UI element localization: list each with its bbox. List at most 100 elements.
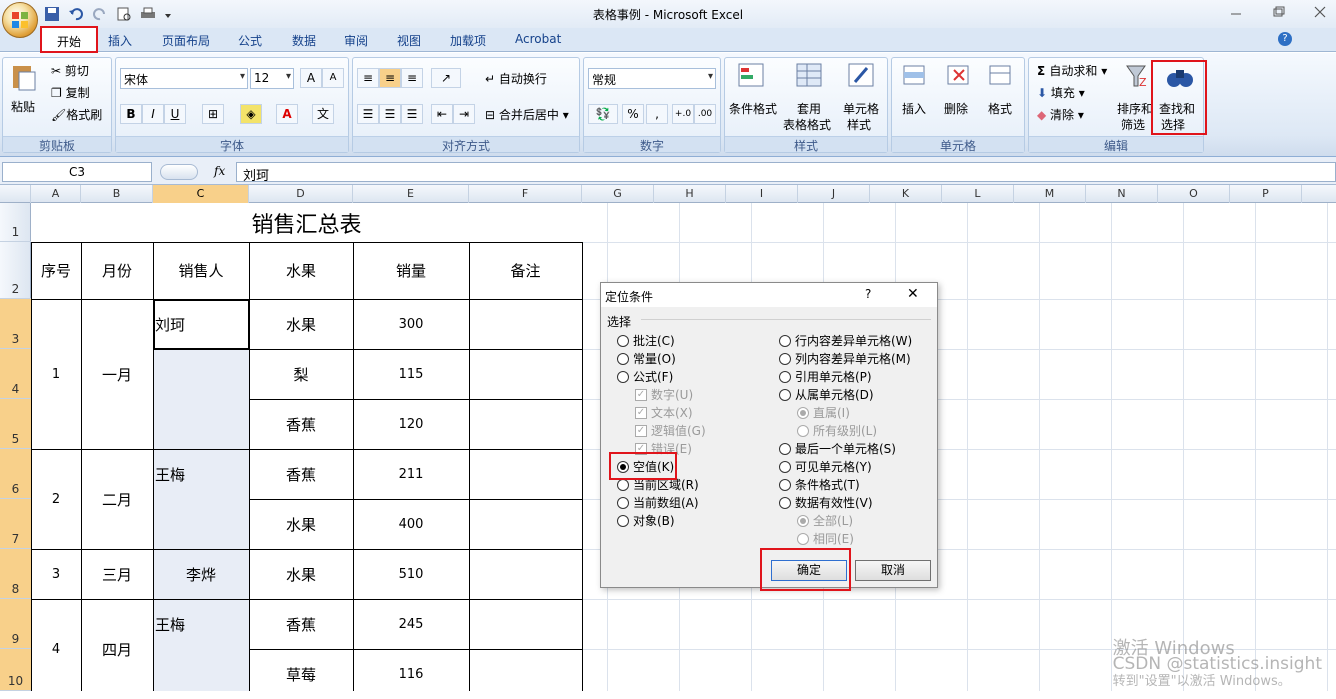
insert-cells-button[interactable]: 插入 xyxy=(902,100,926,117)
align-top-button[interactable]: ≡ xyxy=(357,68,379,88)
bold-button[interactable]: B xyxy=(120,104,142,124)
fruit-cell[interactable]: 香蕉 xyxy=(249,449,353,499)
col-header-l[interactable]: L xyxy=(942,185,1014,203)
col-header-p[interactable]: P xyxy=(1230,185,1302,203)
name-box[interactable]: C3 xyxy=(2,162,152,182)
conditional-format-button[interactable]: 条件格式 xyxy=(729,100,777,117)
increase-indent-button[interactable]: ⇥ xyxy=(453,104,475,124)
qty-cell[interactable]: 120 xyxy=(353,399,469,449)
orientation-button[interactable]: ↗ xyxy=(431,68,461,88)
qty-cell[interactable]: 400 xyxy=(353,499,469,549)
fill-color-button[interactable]: ◈ xyxy=(240,104,262,124)
row-header-7[interactable]: 7 xyxy=(0,499,31,549)
sort-filter-label-2[interactable]: 筛选 xyxy=(1121,116,1145,133)
align-middle-button[interactable]: ≡ xyxy=(379,68,401,88)
seq-cell[interactable]: 1 xyxy=(31,299,81,449)
italic-button[interactable]: I xyxy=(142,104,164,124)
col-header-c[interactable]: C xyxy=(153,185,249,203)
row-header-3[interactable]: 3 xyxy=(0,299,31,349)
tab-review[interactable]: 审阅 xyxy=(344,32,368,49)
row-header-5[interactable]: 5 xyxy=(0,399,31,449)
option-all-levels[interactable]: 所有级别(L) xyxy=(797,422,877,439)
row-header-4[interactable]: 4 xyxy=(0,349,31,399)
qty-cell[interactable]: 211 xyxy=(353,449,469,499)
restore-icon[interactable] xyxy=(1268,4,1288,20)
option-precedents[interactable]: 引用单元格(P) xyxy=(779,368,872,385)
help-icon[interactable]: ? xyxy=(1278,32,1292,46)
row-header-6[interactable]: 6 xyxy=(0,449,31,499)
tab-home[interactable]: 开始 xyxy=(40,26,98,53)
tab-addins[interactable]: 加载项 xyxy=(450,32,486,49)
col-header-a[interactable]: A xyxy=(31,185,81,203)
cell-styles-label-2[interactable]: 样式 xyxy=(847,116,871,133)
option-formulas[interactable]: 公式(F) xyxy=(617,368,673,385)
format-painter-button[interactable]: 🖌格式刷 xyxy=(51,106,102,123)
col-header-b[interactable]: B xyxy=(81,185,153,203)
option-row-differences[interactable]: 行内容差异单元格(W) xyxy=(779,332,912,349)
option-current-array[interactable]: 当前数组(A) xyxy=(617,494,699,511)
header-note[interactable]: 备注 xyxy=(469,242,582,299)
paste-button[interactable]: 粘贴 xyxy=(11,98,35,115)
fill-button[interactable]: ⬇ 填充 ▾ xyxy=(1037,84,1085,101)
underline-button[interactable]: U xyxy=(164,104,186,124)
month-cell[interactable]: 二月 xyxy=(81,449,153,549)
seq-cell[interactable]: 2 xyxy=(31,449,81,549)
seller-cell[interactable]: 王梅 xyxy=(155,613,245,635)
minimize-icon[interactable] xyxy=(1226,4,1246,20)
cancel-button[interactable]: 取消 xyxy=(855,560,931,581)
merge-center-button[interactable]: ⊟ 合并后居中 ▾ xyxy=(485,106,569,123)
row-header-9[interactable]: 9 xyxy=(0,599,31,649)
comma-button[interactable]: , xyxy=(646,104,668,124)
tab-page-layout[interactable]: 页面布局 xyxy=(162,32,210,49)
align-bottom-button[interactable]: ≡ xyxy=(401,68,423,88)
qty-cell[interactable]: 245 xyxy=(353,599,469,649)
col-header-m[interactable]: M xyxy=(1014,185,1086,203)
row-header-8[interactable]: 8 xyxy=(0,549,31,599)
formula-input[interactable]: 刘珂 xyxy=(236,162,1336,184)
align-center-button[interactable]: ☰ xyxy=(379,104,401,124)
tab-acrobat[interactable]: Acrobat xyxy=(515,32,561,46)
option-data-validation[interactable]: 数据有效性(V) xyxy=(779,494,873,511)
align-right-button[interactable]: ☰ xyxy=(401,104,423,124)
fruit-cell[interactable]: 梨 xyxy=(249,349,353,399)
cut-button[interactable]: ✂ 剪切 xyxy=(51,62,89,79)
currency-button[interactable]: 💱 xyxy=(588,104,618,124)
option-comments[interactable]: 批注(C) xyxy=(617,332,675,349)
month-cell[interactable]: 三月 xyxy=(81,549,153,599)
format-cells-button[interactable]: 格式 xyxy=(988,100,1012,117)
col-header-j[interactable]: J xyxy=(798,185,870,203)
table-format-label-2[interactable]: 表格格式 xyxy=(783,116,831,133)
header-seller[interactable]: 销售人 xyxy=(153,242,249,299)
sort-filter-label-1[interactable]: 排序和 xyxy=(1117,100,1153,117)
font-color-button[interactable]: A xyxy=(276,104,298,124)
row-header-1[interactable]: 1 xyxy=(0,203,31,242)
option-validation-all[interactable]: 全部(L) xyxy=(797,512,853,529)
month-cell[interactable]: 一月 xyxy=(81,299,153,449)
col-header-n[interactable]: N xyxy=(1086,185,1158,203)
number-format-combo[interactable]: 常规 xyxy=(588,68,716,89)
decrease-indent-button[interactable]: ⇤ xyxy=(431,104,453,124)
align-left-button[interactable]: ☰ xyxy=(357,104,379,124)
autosum-button[interactable]: Σ 自动求和 ▾ xyxy=(1037,62,1107,79)
option-direct-only[interactable]: 直属(I) xyxy=(797,404,850,421)
check-numbers[interactable]: ✓ 数字(U) xyxy=(635,386,693,403)
clear-button[interactable]: ◆ 清除 ▾ xyxy=(1037,106,1084,123)
grow-font-button[interactable]: A xyxy=(300,68,322,88)
header-month[interactable]: 月份 xyxy=(81,242,153,299)
border-button[interactable]: ⊞ xyxy=(202,104,224,124)
tab-view[interactable]: 视图 xyxy=(397,32,421,49)
cell-styles-label-1[interactable]: 单元格 xyxy=(843,100,879,117)
delete-cells-button[interactable]: 删除 xyxy=(944,100,968,117)
tab-insert[interactable]: 插入 xyxy=(108,32,132,49)
fruit-cell[interactable]: 草莓 xyxy=(249,649,353,699)
option-column-differences[interactable]: 列内容差异单元格(M) xyxy=(779,350,911,367)
fruit-cell[interactable]: 水果 xyxy=(249,499,353,549)
decrease-decimal-button[interactable]: .00 xyxy=(694,104,716,124)
col-header-g[interactable]: G xyxy=(582,185,654,203)
dialog-close-icon[interactable]: ✕ xyxy=(907,286,919,302)
month-cell[interactable]: 四月 xyxy=(81,599,153,699)
seller-cell[interactable]: 李烨 xyxy=(153,549,249,599)
fruit-cell[interactable]: 香蕉 xyxy=(249,599,353,649)
select-all-corner[interactable] xyxy=(0,185,31,203)
increase-decimal-button[interactable]: +.0 xyxy=(672,104,694,124)
